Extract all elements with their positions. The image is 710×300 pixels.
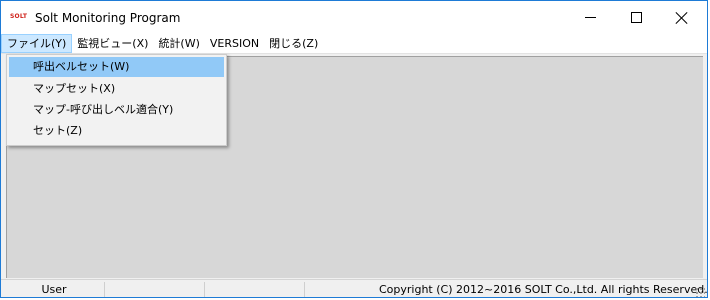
menu-item-bell-set[interactable]: 呼出ベルセット(W) <box>9 57 224 77</box>
menu-monitor-view[interactable]: 監視ビュー(X) <box>72 34 153 53</box>
resize-grip-icon[interactable] <box>695 287 705 297</box>
maximize-icon <box>630 12 642 23</box>
status-separator <box>104 282 105 297</box>
app-logo-icon: SOLT <box>10 13 28 20</box>
status-user: User <box>41 283 67 296</box>
status-copyright: Copyright (C) 2012~2016 SOLT Co.,Ltd. Al… <box>379 283 708 296</box>
menu-statistics[interactable]: 統計(W) <box>153 34 204 53</box>
status-bar: User Copyright (C) 2012~2016 SOLT Co.,Lt… <box>1 279 708 297</box>
status-separator <box>204 282 205 297</box>
maximize-button[interactable] <box>613 1 659 34</box>
main-window: SOLT Solt Monitoring Program ファイル(Y) 監視ビ… <box>0 0 708 298</box>
menu-bar: ファイル(Y) 監視ビュー(X) 統計(W) VERSION 閉じる(Z) <box>1 34 707 54</box>
window-title: Solt Monitoring Program <box>35 11 181 25</box>
status-separator <box>304 282 305 297</box>
menu-item-map-set[interactable]: マップセット(X) <box>9 79 224 99</box>
minimize-icon <box>584 17 596 18</box>
close-button[interactable] <box>659 1 705 34</box>
file-dropdown-menu: 呼出ベルセット(W) マップセット(X) マップ-呼び出しベル適合(Y) セット… <box>6 54 227 146</box>
close-icon <box>676 12 688 24</box>
title-bar[interactable]: SOLT Solt Monitoring Program <box>1 1 707 34</box>
menu-item-map-bell-match[interactable]: マップ-呼び出しベル適合(Y) <box>9 100 224 120</box>
menu-item-set[interactable]: セット(Z) <box>9 121 224 141</box>
minimize-button[interactable] <box>567 1 613 34</box>
menu-file[interactable]: ファイル(Y) <box>1 34 73 53</box>
menu-version[interactable]: VERSION <box>205 34 264 53</box>
menu-close[interactable]: 閉じる(Z) <box>264 34 323 53</box>
